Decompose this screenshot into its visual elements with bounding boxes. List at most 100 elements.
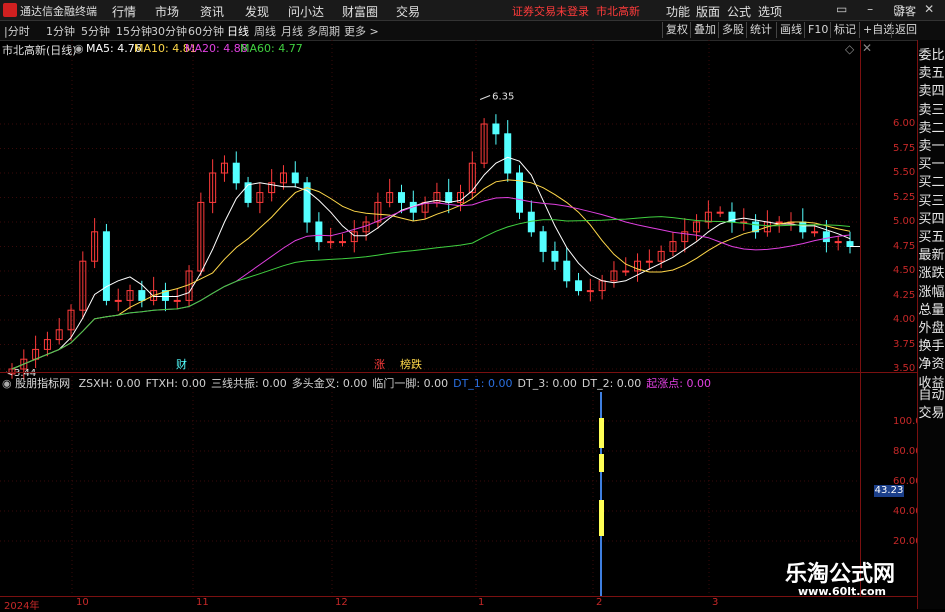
right-panel-item[interactable]: 买二 [918, 171, 945, 190]
ma-line-20 [11, 196, 851, 370]
menu-quotes[interactable]: 行情 [112, 3, 136, 20]
period-tab-weekly[interactable]: 周线 [254, 23, 276, 39]
candle-body [138, 290, 146, 301]
right-panel-item[interactable]: 卖四 [918, 80, 945, 99]
period-tab-minute[interactable]: |分时 [4, 23, 30, 39]
mark-button[interactable]: 标记 [830, 22, 859, 38]
right-panel-item[interactable]: 卖五 [918, 62, 945, 81]
candle-body [799, 221, 807, 233]
pane-separator [0, 372, 917, 373]
candle-body [586, 290, 594, 293]
candle-body [102, 231, 110, 301]
statistics-button[interactable]: 统计 [746, 22, 775, 38]
draw-line-button[interactable]: 画线 [776, 22, 805, 38]
guest-label[interactable]: 游客 [894, 3, 916, 19]
right-panel-item[interactable]: 卖一 [918, 135, 945, 154]
menu-options[interactable]: 选项 [758, 3, 782, 20]
right-panel-item[interactable]: 涨幅 [918, 281, 945, 300]
candle-body [775, 221, 783, 224]
indicator-bar [599, 500, 604, 536]
right-panel-item[interactable]: 卖二 [918, 117, 945, 136]
menu-wealth[interactable]: 财富圈 [342, 3, 378, 20]
right-panel-item[interactable]: 总量 [918, 299, 945, 318]
period-tab-30min[interactable]: 30分钟 [151, 23, 187, 39]
indicator-value-label: 三线共振: 0.00 [211, 377, 287, 390]
right-panel-item[interactable]: 交易 [918, 402, 945, 421]
indicator-value-label: 多头金叉: 0.00 [291, 377, 368, 390]
right-panel-item[interactable]: 委比 [918, 44, 945, 63]
candle-body [244, 182, 252, 203]
multi-stock-button[interactable]: 多股 [718, 22, 747, 38]
right-panel-item[interactable]: 买五 [918, 226, 945, 245]
price-tick-label: 6.00 [893, 118, 916, 129]
candle-body [811, 231, 819, 234]
date-label-year: 2024年 [4, 601, 40, 612]
period-tab-multi[interactable]: 多周期 [307, 23, 340, 39]
right-panel-item[interactable]: 买一 [918, 153, 945, 172]
date-label-nov: 11 [196, 597, 209, 608]
right-panel-item[interactable]: 最新 [918, 244, 945, 263]
date-label-mar: 3 [712, 597, 719, 608]
candle-body [291, 172, 299, 184]
right-panel-item[interactable]: 涨跌 [918, 262, 945, 281]
high-price-label: 6.35 [492, 92, 514, 103]
candle-body [114, 299, 122, 302]
indicator-bar [599, 418, 604, 448]
candle-body [327, 241, 335, 244]
indicator-bar [599, 454, 604, 472]
candle-body [315, 221, 323, 243]
event-marker: 财 [176, 357, 187, 371]
right-panel-item[interactable]: 换手 [918, 335, 945, 354]
candle-body [492, 123, 500, 135]
period-tab-monthly[interactable]: 月线 [281, 23, 303, 39]
event-marker: 榜跌 [400, 357, 422, 371]
ma-line-5 [11, 156, 851, 370]
candle-body [645, 260, 653, 263]
right-panel-item[interactable]: 买四 [918, 208, 945, 227]
right-panel-item[interactable]: 自动 [918, 384, 945, 403]
period-tab-more[interactable]: 更多 > [344, 23, 379, 39]
price-tick-label: 4.00 [893, 314, 916, 325]
menu-formula[interactable]: 公式 [727, 3, 751, 20]
right-panel-item[interactable]: 买三 [918, 190, 945, 209]
ma-line-40 [11, 216, 851, 370]
indicator-name[interactable]: 股朋指标网 [15, 377, 70, 390]
menu-layout[interactable]: 版面 [696, 3, 720, 20]
price-chart[interactable]: 6.353.44财涨榜跌 [0, 40, 917, 596]
overlay-button[interactable]: 叠加 [690, 22, 719, 38]
watermark-title: 乐淘公式网 [785, 561, 896, 587]
right-panel-item[interactable]: 外盘 [918, 317, 945, 336]
period-tab-1min[interactable]: 1分钟 [46, 23, 75, 39]
indicator-value-label: DT_2: 0.00 [581, 377, 642, 390]
date-label-jan: 1 [478, 597, 485, 608]
indicator-settings-icon[interactable]: ◉ [2, 377, 12, 390]
f10-button[interactable]: F10 [804, 22, 831, 38]
period-tab-5min[interactable]: 5分钟 [81, 23, 110, 39]
date-label-dec: 12 [335, 597, 348, 608]
period-tab-60min[interactable]: 60分钟 [188, 23, 224, 39]
candle-body [232, 162, 240, 184]
menu-ask[interactable]: 问小达 [288, 3, 324, 20]
menu-bar [0, 0, 945, 21]
back-button[interactable]: 返回 [891, 22, 920, 38]
candle-body [622, 270, 630, 273]
candle-body [445, 192, 453, 203]
indicator-value-label: ZSXH: 0.00 [78, 377, 141, 390]
menu-news[interactable]: 资讯 [200, 3, 224, 20]
period-tab-15min[interactable]: 15分钟 [116, 23, 152, 39]
app-title: 通达信金融终端 [20, 5, 97, 18]
right-panel-item[interactable]: 净资 [918, 353, 945, 372]
window-controls[interactable]: ▭ – ▢ ✕ [836, 2, 942, 16]
menu-market[interactable]: 市场 [155, 3, 179, 20]
right-panel-item[interactable]: 卖三 [918, 99, 945, 118]
menu-trade[interactable]: 交易 [396, 3, 420, 20]
restore-rights-button[interactable]: 复权 [662, 22, 691, 38]
menu-discover[interactable]: 发现 [245, 3, 269, 20]
price-tick-label: 5.00 [893, 216, 916, 227]
period-tab-daily[interactable]: 日线 [227, 23, 249, 39]
price-tick-label: 5.25 [893, 191, 916, 203]
menu-function[interactable]: 功能 [666, 3, 690, 20]
current-value-badge: 43.23 [874, 485, 904, 497]
ma-line-10 [11, 179, 851, 370]
candle-body [846, 241, 854, 248]
